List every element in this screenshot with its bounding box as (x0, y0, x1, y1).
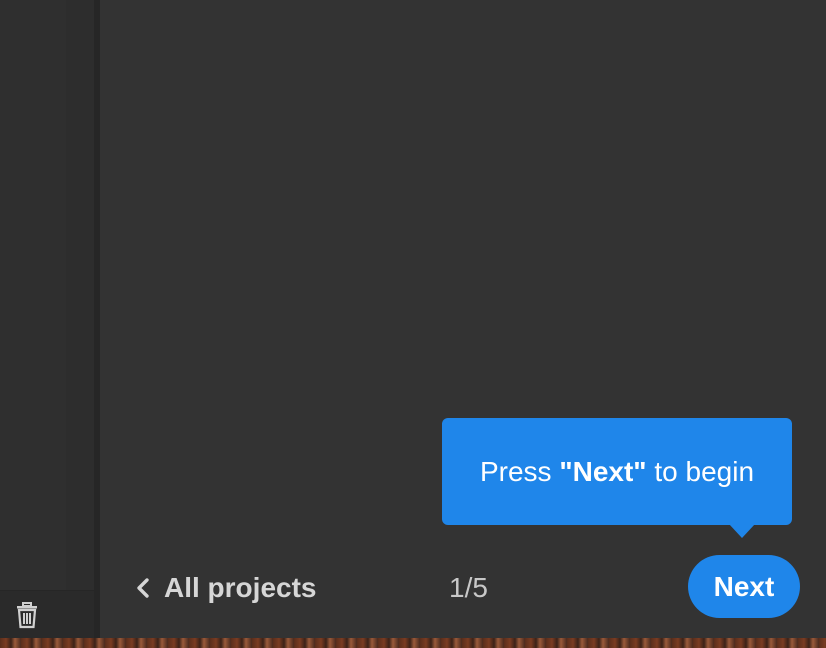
tooltip-prefix: Press (479, 455, 560, 487)
chevron-left-icon (137, 578, 149, 598)
page-counter: 1/5 (449, 572, 488, 603)
tooltip-keyword: "Next" (559, 455, 647, 487)
next-button-label: Next (713, 570, 775, 602)
app-window: Press "Next" to begin All projects 1/5 N… (0, 0, 826, 648)
left-bottom-toolbar (0, 590, 94, 638)
onboarding-tooltip: Press "Next" to begin (442, 418, 792, 538)
left-panel-column (0, 0, 66, 590)
all-projects-label: All projects (164, 572, 317, 603)
trash-icon[interactable] (14, 601, 40, 629)
tooltip-suffix: to begin (646, 455, 755, 487)
background-photo-strip (0, 638, 826, 648)
all-projects-link[interactable]: All projects (134, 566, 316, 610)
tooltip-text: Press "Next" to begin (480, 456, 754, 488)
left-panel (0, 0, 94, 638)
next-button[interactable]: Next (688, 555, 800, 618)
main-canvas (100, 0, 826, 638)
